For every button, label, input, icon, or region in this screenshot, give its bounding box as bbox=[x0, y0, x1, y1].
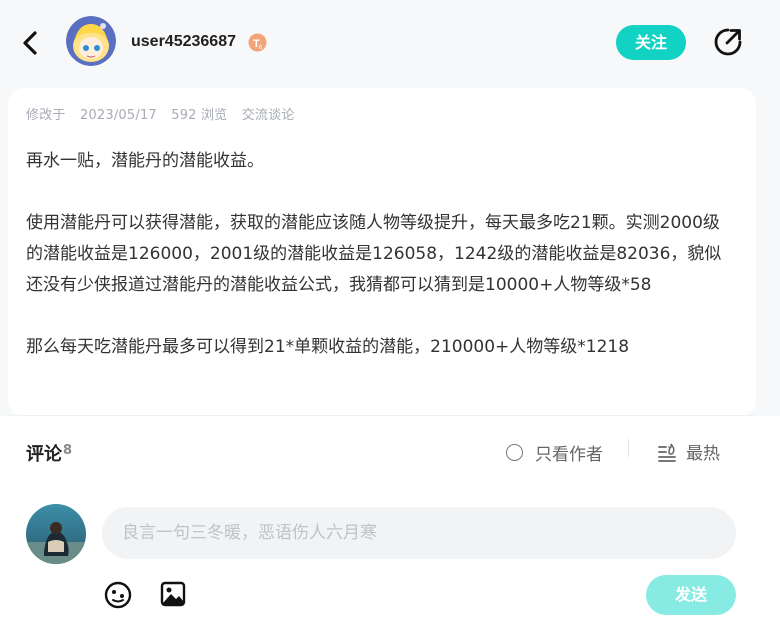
author-only-label: 只看作者 bbox=[535, 445, 603, 465]
post-meta: 修改于 2023/05/17 592 浏览 交流谈论 bbox=[26, 104, 305, 123]
post-date: 2023/05/17 bbox=[79, 108, 157, 123]
follow-button[interactable]: 关注 bbox=[616, 25, 686, 60]
radio-icon[interactable] bbox=[506, 444, 523, 461]
send-button[interactable]: 发送 bbox=[646, 575, 736, 615]
view-count: 592 浏览 bbox=[171, 108, 228, 123]
current-user-avatar bbox=[26, 504, 86, 564]
image-upload-icon[interactable] bbox=[160, 581, 186, 607]
level-badge-icon: T 6 bbox=[248, 33, 267, 52]
post-paragraph: 使用潜能丹可以获得潜能，获取的潜能应该随人物等级提升，每天最多吃21颗。实测20… bbox=[26, 213, 722, 295]
emoji-icon[interactable] bbox=[104, 581, 132, 609]
comments-title: 评论 bbox=[26, 444, 62, 465]
sort-hot-button[interactable]: 最热 bbox=[657, 439, 720, 464]
author-avatar[interactable] bbox=[66, 16, 116, 66]
hot-sort-icon bbox=[658, 443, 676, 462]
post-body: 再水一贴，潜能丹的潜能收益。 使用潜能丹可以获得潜能，获取的潜能应该随人物等级提… bbox=[26, 146, 736, 363]
sort-separator bbox=[628, 439, 629, 457]
post-category[interactable]: 交流谈论 bbox=[242, 108, 295, 123]
share-icon[interactable] bbox=[712, 26, 744, 58]
comment-input[interactable] bbox=[102, 507, 736, 559]
sort-hot-label: 最热 bbox=[686, 444, 720, 464]
author-username[interactable]: user45236687 bbox=[131, 33, 236, 51]
top-bar: user45236687 T 6 关注 bbox=[0, 0, 780, 86]
modified-label: 修改于 bbox=[26, 108, 66, 123]
back-arrow-icon[interactable] bbox=[18, 28, 44, 58]
author-only-toggle[interactable]: 只看作者 bbox=[506, 440, 603, 465]
comments-count: 8 bbox=[63, 443, 73, 458]
post-paragraph: 再水一贴，潜能丹的潜能收益。 bbox=[26, 151, 264, 171]
post-paragraph: 那么每天吃潜能丹最多可以得到21*单颗收益的潜能，210000+人物等级*121… bbox=[26, 337, 630, 357]
